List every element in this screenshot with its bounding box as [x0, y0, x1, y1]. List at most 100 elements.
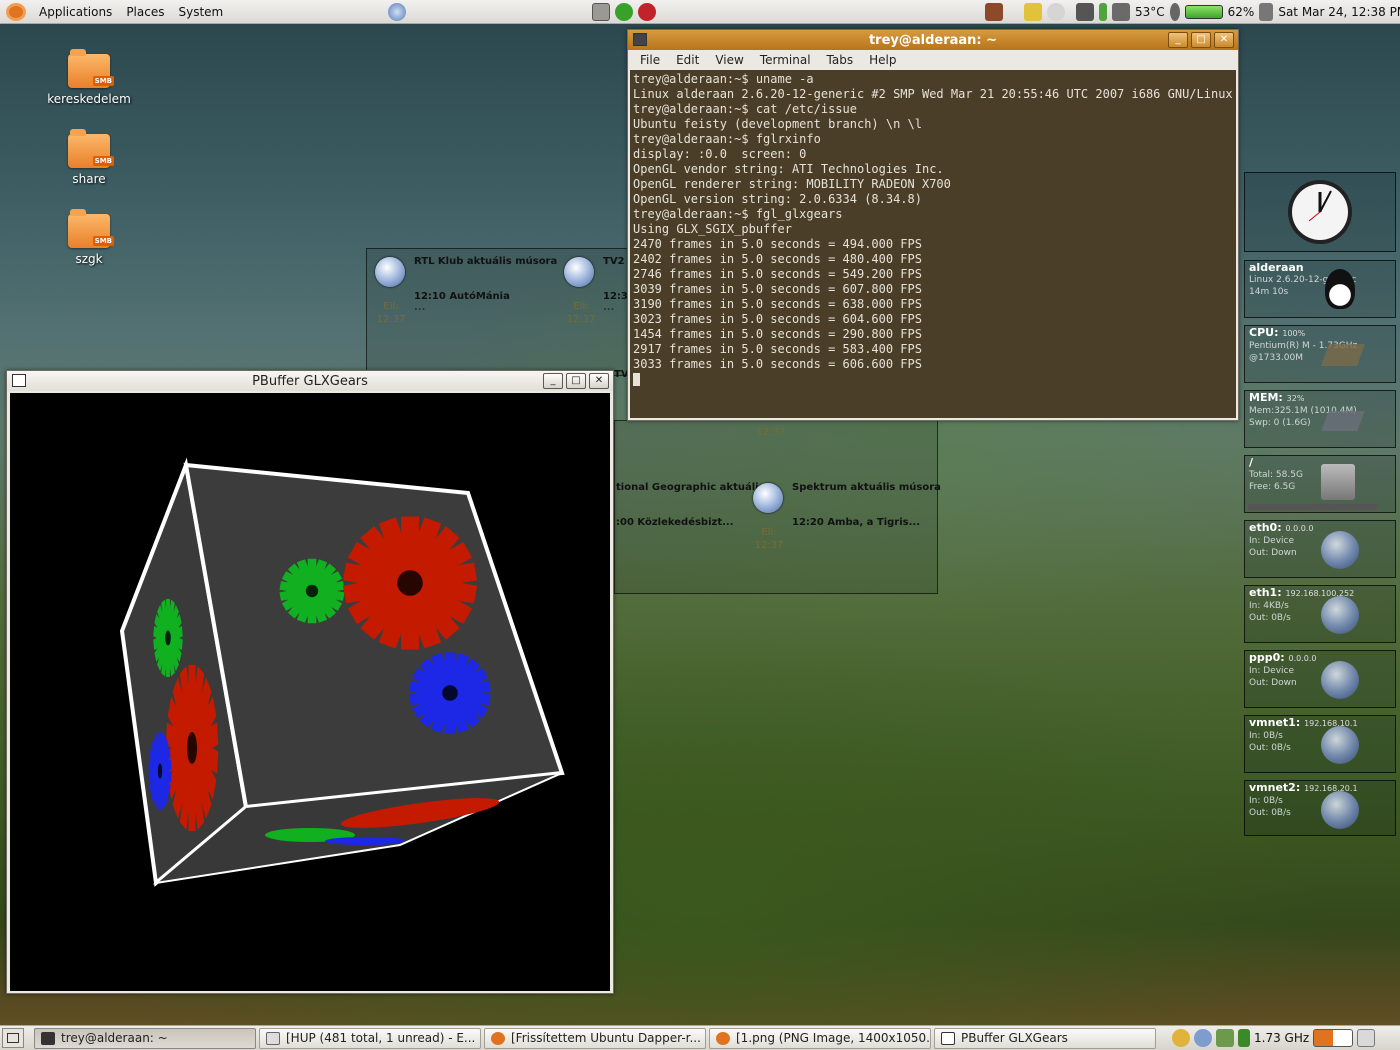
top-panel: Applications Places System 53°C 62% Sat …: [0, 0, 1400, 24]
menu-tabs[interactable]: Tabs: [819, 53, 862, 67]
menu-edit[interactable]: Edit: [668, 53, 707, 67]
messenger-icon[interactable]: [1172, 1029, 1190, 1047]
maximize-button[interactable]: □: [1191, 32, 1211, 48]
volume-icon[interactable]: [1259, 3, 1274, 21]
close-button[interactable]: ✕: [589, 373, 609, 389]
firefox-icon: [716, 1031, 730, 1045]
task-terminal[interactable]: trey@alderaan: ~: [34, 1027, 256, 1049]
desktop-icon-szgk[interactable]: SMB szgk: [44, 209, 134, 266]
conky-net-ppp0: ppp0: 0.0.0.0 In: Device Out: Down: [1244, 650, 1396, 708]
desktop-icon-kereskedelem[interactable]: SMB kereskedelem: [44, 49, 134, 106]
terminal-titlebar[interactable]: trey@alderaan: ~ _ □ ✕: [628, 30, 1238, 50]
tv-rtl-status: Ell:: [383, 301, 399, 312]
tux-penguin-icon: [1325, 269, 1355, 309]
glxgears-window[interactable]: PBuffer GLXGears _ □ ✕: [6, 370, 614, 994]
task-firefox-image[interactable]: [1.png (PNG Image, 1400x1050...: [709, 1027, 931, 1049]
window-icon: [941, 1031, 955, 1045]
conky-net-vmnet2: vmnet2: 192.168.20.1 In: 0B/s Out: 0B/s: [1244, 780, 1396, 836]
menu-terminal[interactable]: Terminal: [752, 53, 819, 67]
terminal-line: trey@alderaan:~$ fglrxinfo: [633, 132, 821, 146]
kernel-version: Linux 2.6.20-12-generic: [1249, 275, 1357, 285]
firefox-icon: [491, 1031, 505, 1045]
tv-tv2-icon[interactable]: [564, 257, 594, 287]
terminal-output[interactable]: trey@alderaan:~$ uname -a Linux alderaan …: [630, 70, 1236, 418]
desktop-icon-share[interactable]: SMB share: [44, 129, 134, 186]
menu-help[interactable]: Help: [861, 53, 904, 67]
menu-places[interactable]: Places: [119, 5, 171, 19]
cpu-model: Pentium(R) M - 1.73GHz: [1249, 341, 1358, 351]
terminal-line: 3033 frames in 5.0 seconds = 606.600 FPS: [633, 357, 922, 371]
glxgears-titlebar[interactable]: PBuffer GLXGears _ □ ✕: [7, 371, 613, 391]
update-icon[interactable]: [1216, 1029, 1234, 1047]
conky-net-vmnet1: vmnet1: 192.168.10.1 In: 0B/s Out: 0B/s: [1244, 715, 1396, 773]
gl-render-area[interactable]: [10, 393, 610, 991]
conky-net-eth1: eth1: 192.168.100.252 In: 4KB/s Out: 0B/…: [1244, 585, 1396, 643]
cpufreq-icon[interactable]: [1238, 1029, 1250, 1047]
task-email[interactable]: [HUP (481 total, 1 unread) - E...: [259, 1027, 481, 1049]
ubuntu-logo-icon[interactable]: [6, 2, 26, 21]
tv-tv2-title: TV2: [603, 256, 625, 267]
network-launcher-icon[interactable]: [388, 3, 406, 21]
tv-rtl-time: 12:37: [376, 314, 406, 325]
menu-file[interactable]: File: [632, 53, 668, 67]
menu-applications[interactable]: Applications: [32, 5, 119, 19]
minimize-button[interactable]: _: [1168, 32, 1188, 48]
terminal-line: 2470 frames in 5.0 seconds = 494.000 FPS: [633, 237, 922, 251]
play-launcher-icon[interactable]: [615, 3, 633, 21]
mail-tray-icon[interactable]: [1024, 3, 1042, 21]
globe-icon: [1321, 531, 1359, 569]
conky-net-eth0: eth0: 0.0.0.0 In: Device Out: Down: [1244, 520, 1396, 578]
menu-system[interactable]: System: [171, 5, 230, 19]
clock-datetime[interactable]: Sat Mar 24, 12:38 PM: [1278, 5, 1400, 19]
uptime: 14m 10s: [1249, 287, 1289, 297]
task-firefox-forum[interactable]: [Frissítettem Ubuntu Dapper-r...: [484, 1027, 706, 1049]
notes-launcher-icon[interactable]: [592, 3, 610, 21]
menu-view[interactable]: View: [707, 53, 751, 67]
terminal-line: trey@alderaan:~$ cat /etc/issue: [633, 102, 857, 116]
terminal-line: 3039 frames in 5.0 seconds = 607.800 FPS: [633, 282, 922, 296]
tv-spektrum-show: 12:20 Amba, a Tigris...: [792, 517, 921, 528]
tv-spektrum-title: Spektrum aktuális músora: [792, 482, 941, 493]
workspace-switcher[interactable]: [1313, 1029, 1354, 1047]
terminal-line: OpenGL version string: 2.0.6334 (8.34.8): [633, 192, 922, 206]
terminal-line: OpenGL vendor string: ATI Technologies I…: [633, 162, 944, 176]
terminal-line: display: :0.0 screen: 0: [633, 147, 807, 161]
memory-usage: 32%: [1286, 394, 1305, 403]
show-desktop-button[interactable]: [2, 1028, 24, 1048]
tv-rtl-icon[interactable]: [375, 257, 405, 287]
mail-icon: [266, 1031, 280, 1045]
media-launcher-icon[interactable]: [638, 3, 656, 21]
battery-icon[interactable]: [1184, 5, 1223, 19]
terminal-line: trey@alderaan:~$ fgl_glxgears: [633, 207, 843, 221]
task-glxgears[interactable]: PBuffer GLXGears: [934, 1027, 1156, 1049]
tv-tv2-show: 12:3: [603, 291, 628, 302]
cpu-temperature: 53°C: [1135, 5, 1165, 19]
terminal-line: OpenGL renderer string: MOBILITY RADEON …: [633, 177, 951, 191]
display-tray-icon[interactable]: [985, 3, 1003, 21]
terminal-line: 3190 frames in 5.0 seconds = 638.000 FPS: [633, 297, 922, 311]
cpu-frequency-label: 1.73 GHz: [1254, 1031, 1310, 1045]
conky-disk: / Total: 58.5G Free: 6.5G: [1244, 455, 1396, 513]
network-tray-icon[interactable]: [1076, 3, 1094, 21]
terminal-line: trey@alderaan:~$ uname -a: [633, 72, 814, 86]
conky-memory: MEM: 32% Mem:325.1M (1010.4M) Swp: 0 (1.…: [1244, 390, 1396, 448]
terminal-icon: [41, 1031, 55, 1045]
close-button[interactable]: ✕: [1214, 32, 1234, 48]
chip-tray-icon[interactable]: [1112, 3, 1130, 21]
terminal-title: trey@alderaan: ~: [868, 32, 998, 48]
terminal-menubar: File Edit View Terminal Tabs Help: [628, 50, 1238, 70]
terminal-line: 2746 frames in 5.0 seconds = 549.200 FPS: [633, 267, 922, 281]
disk-mount: /: [1249, 456, 1254, 469]
minimize-button[interactable]: _: [543, 373, 563, 389]
tv-spektrum-icon[interactable]: [753, 483, 783, 513]
trash-icon[interactable]: [1357, 1029, 1376, 1047]
bottom-panel: trey@alderaan: ~ [HUP (481 total, 1 unre…: [0, 1025, 1400, 1050]
tv-rtl-title: RTL Klub aktuális músora: [414, 256, 558, 267]
blue-gear-side: [148, 732, 172, 810]
clock-tray-icon[interactable]: [1047, 3, 1065, 21]
terminal-window[interactable]: trey@alderaan: ~ _ □ ✕ File Edit View Te…: [627, 29, 1239, 421]
power-tray-icon[interactable]: [1099, 3, 1107, 21]
search-icon[interactable]: [1194, 1029, 1212, 1047]
show-desktop-icon: [7, 1033, 19, 1043]
maximize-button[interactable]: □: [566, 373, 586, 389]
